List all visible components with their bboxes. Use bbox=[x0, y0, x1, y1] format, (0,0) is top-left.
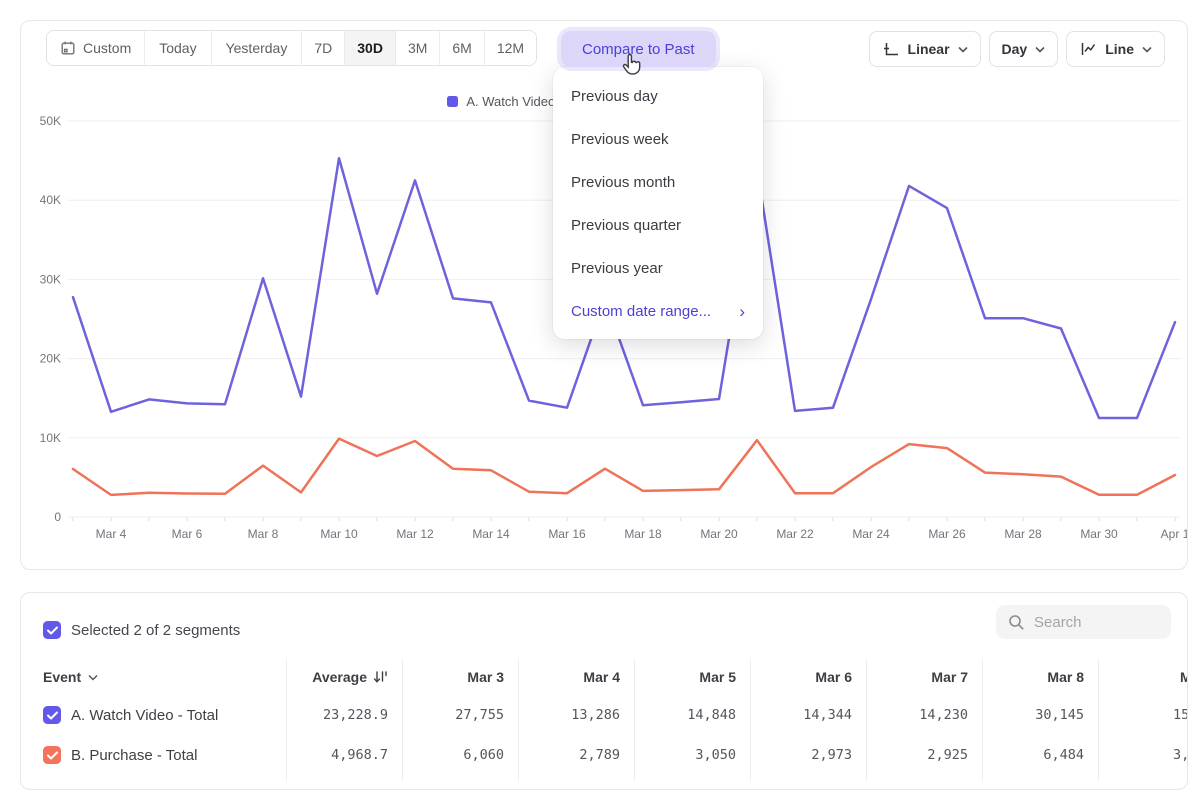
table-row-purchase: B. Purchase - Total 4,968.7 6,060 2,789 … bbox=[21, 735, 1188, 775]
chevron-down-icon bbox=[88, 674, 98, 681]
value-cell: 14,848 bbox=[634, 707, 750, 723]
check-icon bbox=[47, 751, 58, 760]
svg-text:40K: 40K bbox=[40, 193, 61, 207]
range-today-button[interactable]: Today bbox=[144, 31, 210, 65]
svg-text:Mar 22: Mar 22 bbox=[776, 527, 814, 541]
calendar-icon bbox=[60, 40, 76, 56]
sort-descending-icon bbox=[373, 670, 388, 684]
value-cell: 3, bbox=[1098, 747, 1188, 763]
svg-text:Mar 28: Mar 28 bbox=[1004, 527, 1042, 541]
date-column-header[interactable]: Mar 7 bbox=[866, 669, 982, 685]
svg-text:Apr 1: Apr 1 bbox=[1161, 527, 1187, 541]
value-cell: 13,286 bbox=[518, 707, 634, 723]
compare-menu: Previous day Previous week Previous mont… bbox=[553, 67, 763, 339]
chevron-down-icon bbox=[1142, 46, 1152, 53]
compare-to-past-button[interactable]: Compare to Past bbox=[561, 31, 716, 67]
date-column-header[interactable]: M bbox=[1098, 669, 1188, 685]
value-cell: 14,230 bbox=[866, 707, 982, 723]
svg-text:Mar 26: Mar 26 bbox=[928, 527, 966, 541]
table-row-watch-video: A. Watch Video - Total 23,228.9 27,755 1… bbox=[21, 695, 1188, 735]
menu-item-previous-month[interactable]: Previous month bbox=[553, 161, 763, 204]
segment-name: A. Watch Video - Total bbox=[71, 707, 218, 724]
average-value: 23,228.9 bbox=[286, 707, 402, 723]
search-input[interactable] bbox=[1034, 614, 1154, 631]
date-column-header[interactable]: Mar 4 bbox=[518, 669, 634, 685]
date-column-header[interactable]: Mar 3 bbox=[402, 669, 518, 685]
analytics-dashboard: 0 10K 20K 30K 40K 50K Mar 4 Mar 6 Mar 8 Mar 10 Mar… bbox=[0, 0, 1200, 802]
date-column-header[interactable]: Mar 6 bbox=[750, 669, 866, 685]
date-column-header[interactable]: Mar 5 bbox=[634, 669, 750, 685]
range-30d-button[interactable]: 30D bbox=[344, 31, 395, 65]
svg-text:30K: 30K bbox=[40, 272, 61, 286]
select-all-checkbox[interactable] bbox=[43, 621, 61, 639]
range-custom-button[interactable]: Custom bbox=[47, 31, 144, 65]
value-cell: 14,344 bbox=[750, 707, 866, 723]
value-cell: 6,484 bbox=[982, 747, 1098, 763]
svg-text:Mar 12: Mar 12 bbox=[396, 527, 434, 541]
svg-text:Mar 24: Mar 24 bbox=[852, 527, 890, 541]
range-7d-button[interactable]: 7D bbox=[301, 31, 344, 65]
segment-cell: A. Watch Video - Total bbox=[21, 706, 286, 724]
chart-type-dropdown[interactable]: Line bbox=[1066, 31, 1165, 67]
svg-text:10K: 10K bbox=[40, 431, 61, 445]
svg-text:Mar 8: Mar 8 bbox=[248, 527, 279, 541]
svg-text:Mar 4: Mar 4 bbox=[96, 527, 127, 541]
menu-item-custom-date-range[interactable]: Custom date range... › bbox=[553, 290, 763, 333]
table-header-row: Event Average Mar 3 Mar 4 Mar 5 Mar 6 bbox=[21, 659, 1188, 695]
linear-axis-icon bbox=[882, 40, 900, 58]
svg-text:Mar 16: Mar 16 bbox=[548, 527, 586, 541]
value-cell: 27,755 bbox=[402, 707, 518, 723]
segments-card: Selected 2 of 2 segments Event bbox=[20, 592, 1188, 790]
segment-name: B. Purchase - Total bbox=[71, 747, 197, 764]
svg-text:0: 0 bbox=[54, 510, 61, 524]
date-range-control: Custom Today Yesterday 7D 30D 3M 6M 12M bbox=[46, 30, 537, 66]
check-icon bbox=[47, 626, 58, 635]
search-box[interactable] bbox=[996, 605, 1171, 639]
segments-table: Event Average Mar 3 Mar 4 Mar 5 Mar 6 bbox=[21, 659, 1188, 775]
chart-display-controls: Linear Day Line bbox=[869, 31, 1165, 67]
value-cell: 2,973 bbox=[750, 747, 866, 763]
value-cell: 2,789 bbox=[518, 747, 634, 763]
search-icon bbox=[1008, 614, 1025, 631]
range-3m-button[interactable]: 3M bbox=[395, 31, 439, 65]
value-cell: 6,060 bbox=[402, 747, 518, 763]
chevron-right-icon: › bbox=[739, 303, 745, 320]
chevron-down-icon bbox=[1035, 46, 1045, 53]
legend-swatch-purple bbox=[447, 96, 458, 107]
menu-item-previous-week[interactable]: Previous week bbox=[553, 118, 763, 161]
segment-cell: B. Purchase - Total bbox=[21, 746, 286, 764]
value-cell: 3,050 bbox=[634, 747, 750, 763]
average-column-header[interactable]: Average bbox=[286, 669, 402, 685]
segment-checkbox[interactable] bbox=[43, 746, 61, 764]
selected-summary: Selected 2 of 2 segments bbox=[71, 622, 240, 639]
range-yesterday-button[interactable]: Yesterday bbox=[211, 31, 302, 65]
menu-item-previous-day[interactable]: Previous day bbox=[553, 75, 763, 118]
value-cell: 30,145 bbox=[982, 707, 1098, 723]
average-value: 4,968.7 bbox=[286, 747, 402, 763]
svg-text:Mar 10: Mar 10 bbox=[320, 527, 358, 541]
svg-text:20K: 20K bbox=[40, 352, 61, 366]
chevron-down-icon bbox=[958, 46, 968, 53]
value-cell: 15, bbox=[1098, 707, 1188, 723]
chart-card: 0 10K 20K 30K 40K 50K Mar 4 Mar 6 Mar 8 Mar 10 Mar… bbox=[20, 20, 1188, 570]
check-icon bbox=[47, 711, 58, 720]
event-column-header[interactable]: Event bbox=[21, 669, 286, 685]
svg-text:Mar 14: Mar 14 bbox=[472, 527, 510, 541]
date-column-header[interactable]: Mar 8 bbox=[982, 669, 1098, 685]
range-6m-button[interactable]: 6M bbox=[439, 31, 483, 65]
scale-dropdown[interactable]: Linear bbox=[869, 31, 981, 67]
value-cell: 2,925 bbox=[866, 747, 982, 763]
segment-checkbox[interactable] bbox=[43, 706, 61, 724]
menu-item-previous-year[interactable]: Previous year bbox=[553, 247, 763, 290]
svg-text:Mar 18: Mar 18 bbox=[624, 527, 662, 541]
svg-text:Mar 20: Mar 20 bbox=[700, 527, 738, 541]
menu-item-previous-quarter[interactable]: Previous quarter bbox=[553, 204, 763, 247]
svg-text:50K: 50K bbox=[40, 114, 61, 128]
svg-text:Mar 30: Mar 30 bbox=[1080, 527, 1118, 541]
range-12m-button[interactable]: 12M bbox=[484, 31, 536, 65]
line-chart-icon bbox=[1079, 40, 1097, 58]
svg-text:Mar 6: Mar 6 bbox=[172, 527, 203, 541]
interval-dropdown[interactable]: Day bbox=[989, 31, 1059, 67]
